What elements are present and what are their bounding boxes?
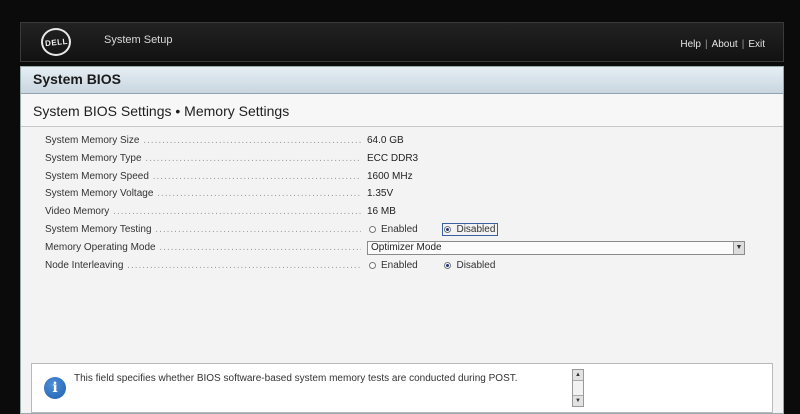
help-box: i This field specifies whether BIOS soft… — [31, 363, 773, 413]
node-interleaving-radio-group: Enabled Disabled — [367, 259, 517, 272]
radio-label: Disabled — [456, 260, 496, 271]
setting-label: System Memory Testing — [45, 224, 361, 235]
page-title: System BIOS Settings • Memory Settings — [33, 103, 290, 119]
memory-testing-disabled-radio[interactable]: Disabled — [442, 223, 499, 236]
scroll-down-icon[interactable]: ▼ — [573, 395, 583, 406]
top-links: Help | About | Exit — [680, 39, 765, 50]
chevron-down-icon[interactable]: ▼ — [733, 242, 744, 254]
setting-label: System Memory Voltage — [45, 188, 361, 199]
bios-screen: DELL System Setup Help | About | Exit System… — [0, 0, 800, 414]
setting-row-operating-mode: Memory Operating Mode Optimizer Mode ▼ — [21, 240, 783, 257]
memory-testing-radio-group: Enabled Disabled — [367, 223, 518, 236]
scroll-up-icon[interactable]: ▲ — [573, 370, 583, 381]
setting-value: 16 MB — [367, 206, 396, 217]
radio-unchecked-icon — [369, 262, 376, 269]
setting-row-memory-speed: System Memory Speed 1600 MHz — [21, 169, 783, 186]
radio-label: Enabled — [381, 224, 418, 235]
setting-value: ECC DDR3 — [367, 153, 419, 164]
operating-mode-select[interactable]: Optimizer Mode ▼ — [367, 241, 745, 255]
memory-testing-enabled-radio[interactable]: Enabled — [367, 223, 420, 236]
dell-logo: DELL — [41, 28, 71, 56]
help-link[interactable]: Help — [680, 39, 701, 50]
setting-row-memory-size: System Memory Size 64.0 GB — [21, 133, 783, 150]
setting-value: 1.35V — [367, 188, 394, 199]
link-separator: | — [704, 39, 708, 50]
main-panel: System BIOS System BIOS Settings • Memor… — [20, 66, 784, 414]
setting-label: System Memory Speed — [45, 171, 361, 182]
setting-label: Memory Operating Mode — [45, 242, 361, 253]
logo-text: DELL — [44, 36, 68, 48]
app-title: System Setup — [104, 34, 173, 46]
setting-row-memory-testing: System Memory Testing Enabled Disabled — [21, 222, 783, 239]
setting-row-node-interleaving: Node Interleaving Enabled Disabled — [21, 258, 783, 275]
about-link[interactable]: About — [712, 39, 738, 50]
setting-label: System Memory Size — [45, 135, 361, 146]
radio-label: Disabled — [456, 224, 496, 235]
node-interleaving-enabled-radio[interactable]: Enabled — [367, 259, 420, 272]
help-scrollbar[interactable]: ▲ ▼ — [572, 369, 584, 407]
panel-title: System BIOS — [33, 71, 121, 87]
setting-row-memory-type: System Memory Type ECC DDR3 — [21, 151, 783, 168]
radio-unchecked-icon — [369, 226, 376, 233]
help-text: This field specifies whether BIOS softwa… — [74, 373, 518, 384]
radio-checked-icon — [444, 262, 452, 269]
setting-value: 64.0 GB — [367, 135, 404, 146]
setting-row-memory-voltage: System Memory Voltage 1.35V — [21, 186, 783, 203]
setting-value: 1600 MHz — [367, 171, 413, 182]
radio-checked-icon — [444, 226, 452, 233]
breadcrumb: System BIOS Settings • Memory Settings — [21, 94, 783, 127]
node-interleaving-disabled-radio[interactable]: Disabled — [442, 259, 497, 272]
select-value: Optimizer Mode — [371, 242, 442, 253]
panel-header: System BIOS — [21, 67, 783, 94]
radio-label: Enabled — [381, 260, 418, 271]
setting-label: Node Interleaving — [45, 260, 361, 271]
setting-row-video-memory: Video Memory 16 MB — [21, 204, 783, 221]
setting-label: Video Memory — [45, 206, 361, 217]
exit-link[interactable]: Exit — [748, 39, 765, 50]
top-bar: DELL System Setup Help | About | Exit — [20, 22, 784, 62]
link-separator: | — [741, 39, 745, 50]
setting-label: System Memory Type — [45, 153, 361, 164]
info-icon: i — [44, 377, 66, 399]
